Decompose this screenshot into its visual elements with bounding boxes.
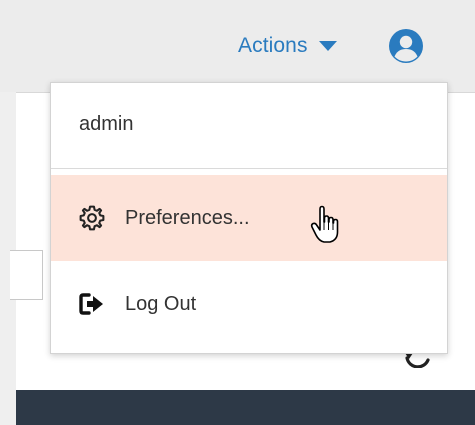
footer-bar: [16, 390, 475, 425]
logout-label: Log Out: [125, 292, 197, 315]
sign-out-icon: [79, 293, 103, 315]
actions-label: Actions: [238, 34, 308, 57]
logout-menu-item[interactable]: Log Out: [51, 261, 447, 347]
caret-down-icon: [318, 41, 337, 51]
actions-menu-button[interactable]: Actions: [238, 30, 337, 62]
preferences-menu-item[interactable]: Preferences...: [51, 175, 447, 261]
user-dropdown-menu: admin Preferences... Log Out: [50, 82, 448, 354]
user-circle-icon[interactable]: [388, 28, 424, 64]
top-bar: Actions: [0, 0, 475, 92]
partial-input-field[interactable]: [10, 250, 43, 300]
username-label: admin: [79, 113, 134, 135]
dropdown-header: admin: [51, 83, 447, 169]
preferences-label: Preferences...: [125, 206, 250, 229]
gear-icon: [79, 205, 105, 231]
